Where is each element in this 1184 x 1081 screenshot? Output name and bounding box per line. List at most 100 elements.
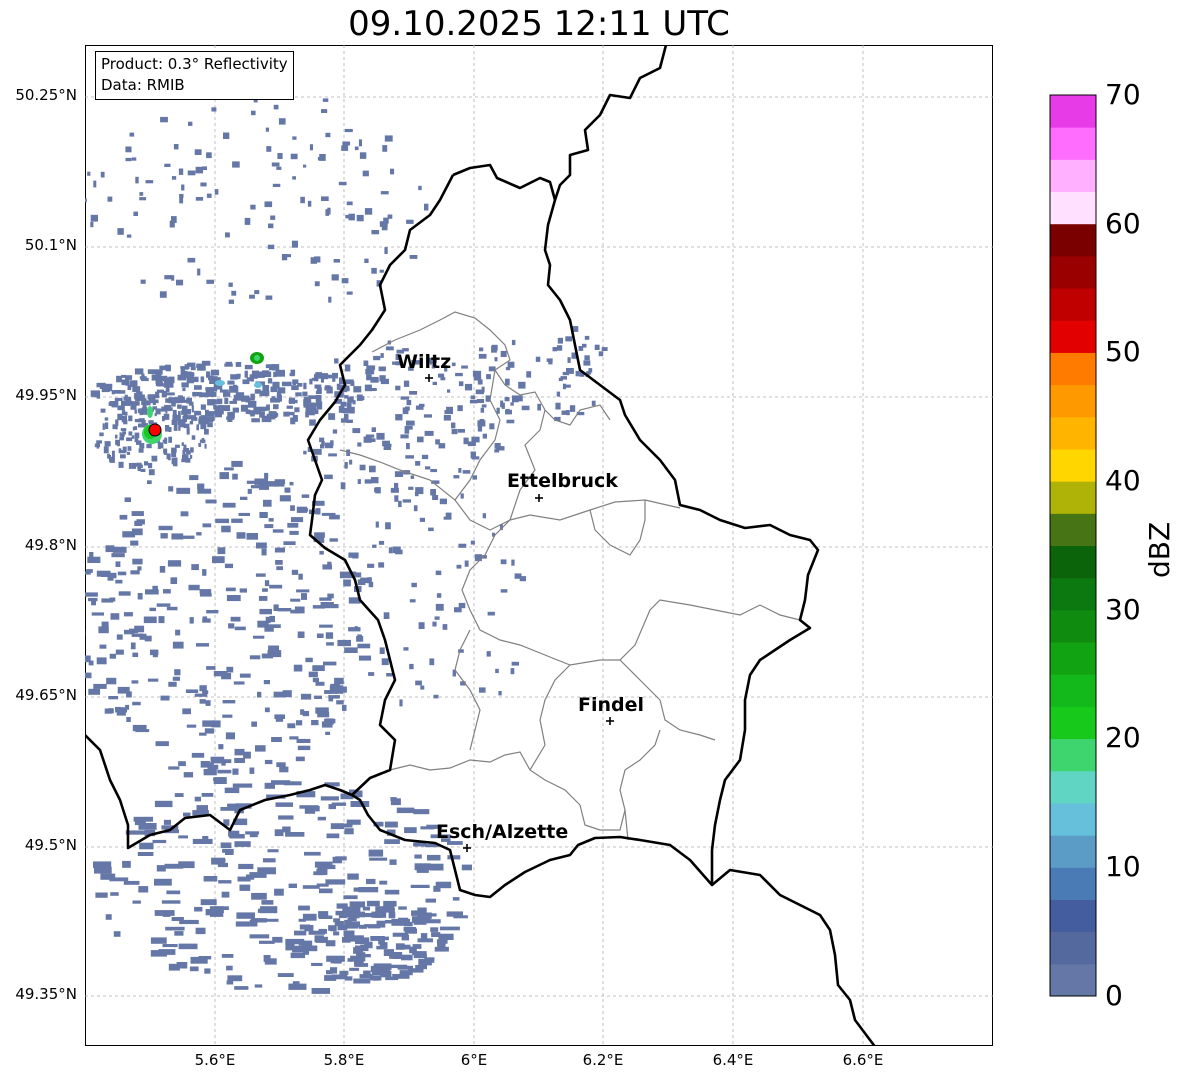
- echo-cell: [319, 550, 324, 555]
- echo-cell: [408, 928, 416, 933]
- echo-cell: [126, 398, 131, 402]
- echo-cell: [325, 132, 331, 138]
- echo-cell: [385, 522, 391, 530]
- echo-cell: [290, 952, 306, 959]
- echo-cell: [263, 499, 272, 507]
- echo-cell: [304, 851, 321, 856]
- echo-cell: [598, 351, 604, 357]
- echo-cell: [294, 407, 300, 413]
- echo-cell: [413, 505, 418, 512]
- echo-cell: [203, 769, 217, 776]
- echo-cell: [200, 899, 217, 906]
- echo-cell: [134, 432, 140, 439]
- echo-cell: [317, 816, 326, 821]
- echo-cell: [204, 968, 211, 974]
- echo-cell: [206, 610, 219, 614]
- echo-cell: [388, 912, 396, 919]
- echo-cell: [141, 409, 148, 415]
- echo-cell: [259, 484, 269, 490]
- echo-cell: [371, 267, 377, 274]
- echo-cell: [404, 827, 417, 834]
- echo-cell: [494, 443, 501, 449]
- radar-site-icon[interactable]: [148, 423, 162, 437]
- echo-cell: [334, 358, 339, 364]
- echo-cell: [165, 926, 185, 931]
- echo-cell: [72, 609, 82, 615]
- echo-cell: [425, 898, 436, 903]
- echo-cell: [461, 864, 472, 871]
- echo-cell: [415, 487, 424, 495]
- echo-cell: [156, 603, 171, 607]
- echo-cell: [131, 511, 144, 516]
- echo-cell: [141, 377, 149, 382]
- echo-cell: [163, 449, 168, 455]
- echo-cell: [303, 450, 307, 455]
- echo-cell: [461, 365, 468, 369]
- echo-cell: [378, 562, 385, 568]
- echo-cell: [176, 487, 191, 494]
- echo-cell: [336, 903, 348, 909]
- echo-cell: [263, 680, 270, 685]
- city-label-findel: Findel: [578, 694, 645, 716]
- echo-cell: [301, 508, 309, 512]
- echo-cell: [300, 196, 305, 204]
- echo-cell: [189, 966, 199, 972]
- echo-cell: [479, 347, 484, 352]
- echo-cell: [514, 573, 522, 579]
- echo-cell: [95, 892, 108, 898]
- echo-cell: [202, 618, 211, 623]
- echo-cell: [458, 381, 464, 387]
- echo-cell: [130, 642, 136, 650]
- echo-cell: [385, 920, 393, 924]
- echo-cell: [298, 573, 303, 580]
- echo-cell: [217, 769, 232, 774]
- echo-cell: [516, 395, 523, 402]
- colorbar-label: dBZ: [1143, 521, 1176, 578]
- echo-cell: [275, 560, 283, 565]
- echo-cell: [257, 691, 262, 698]
- echo-cell: [302, 391, 308, 397]
- echo-cell: [183, 448, 190, 453]
- echo-cell: [96, 657, 107, 665]
- echo-cell: [402, 407, 409, 415]
- echo-cell: [562, 371, 569, 376]
- echo-cell: [390, 797, 397, 801]
- echo-cell: [381, 658, 389, 666]
- echo-cell: [179, 919, 199, 925]
- colorbar-segment: [1050, 191, 1096, 225]
- echo-cell: [208, 388, 214, 393]
- echo-cell: [126, 451, 131, 455]
- echo-cell: [112, 450, 115, 457]
- echo-cell: [226, 595, 241, 602]
- echo-cell: [395, 385, 401, 391]
- echo-cell: [126, 691, 132, 698]
- echo-cell: [245, 397, 251, 403]
- echo-cell: [418, 185, 422, 191]
- echo-cell: [125, 375, 133, 380]
- lon-label: 5.8°E: [323, 1051, 365, 1069]
- echo-cell: [269, 584, 283, 589]
- echo-cell: [292, 379, 299, 384]
- echo-cell: [128, 415, 133, 422]
- echo-cell: [290, 369, 296, 376]
- echo-cell: [296, 720, 303, 726]
- echo-cell: [365, 369, 375, 375]
- echo-cell: [189, 617, 194, 624]
- echo-cell: [307, 200, 312, 207]
- echo-cell: [405, 455, 414, 459]
- echo-cell: [132, 652, 139, 657]
- echo-cell: [291, 240, 298, 248]
- echo-cell: [163, 589, 171, 594]
- echo-cell: [181, 382, 189, 388]
- echo-cell: [177, 404, 182, 409]
- echo-cell: [346, 291, 353, 295]
- echo-cell: [319, 888, 333, 894]
- echo-cell: [249, 767, 255, 774]
- echo-cell: [348, 396, 354, 403]
- echo-cell: [328, 804, 336, 810]
- echo-cell: [340, 911, 351, 918]
- echo-cell: [382, 145, 388, 152]
- echo-cell: [385, 346, 394, 351]
- echo-cell: [122, 446, 127, 453]
- echo-cell: [438, 373, 445, 378]
